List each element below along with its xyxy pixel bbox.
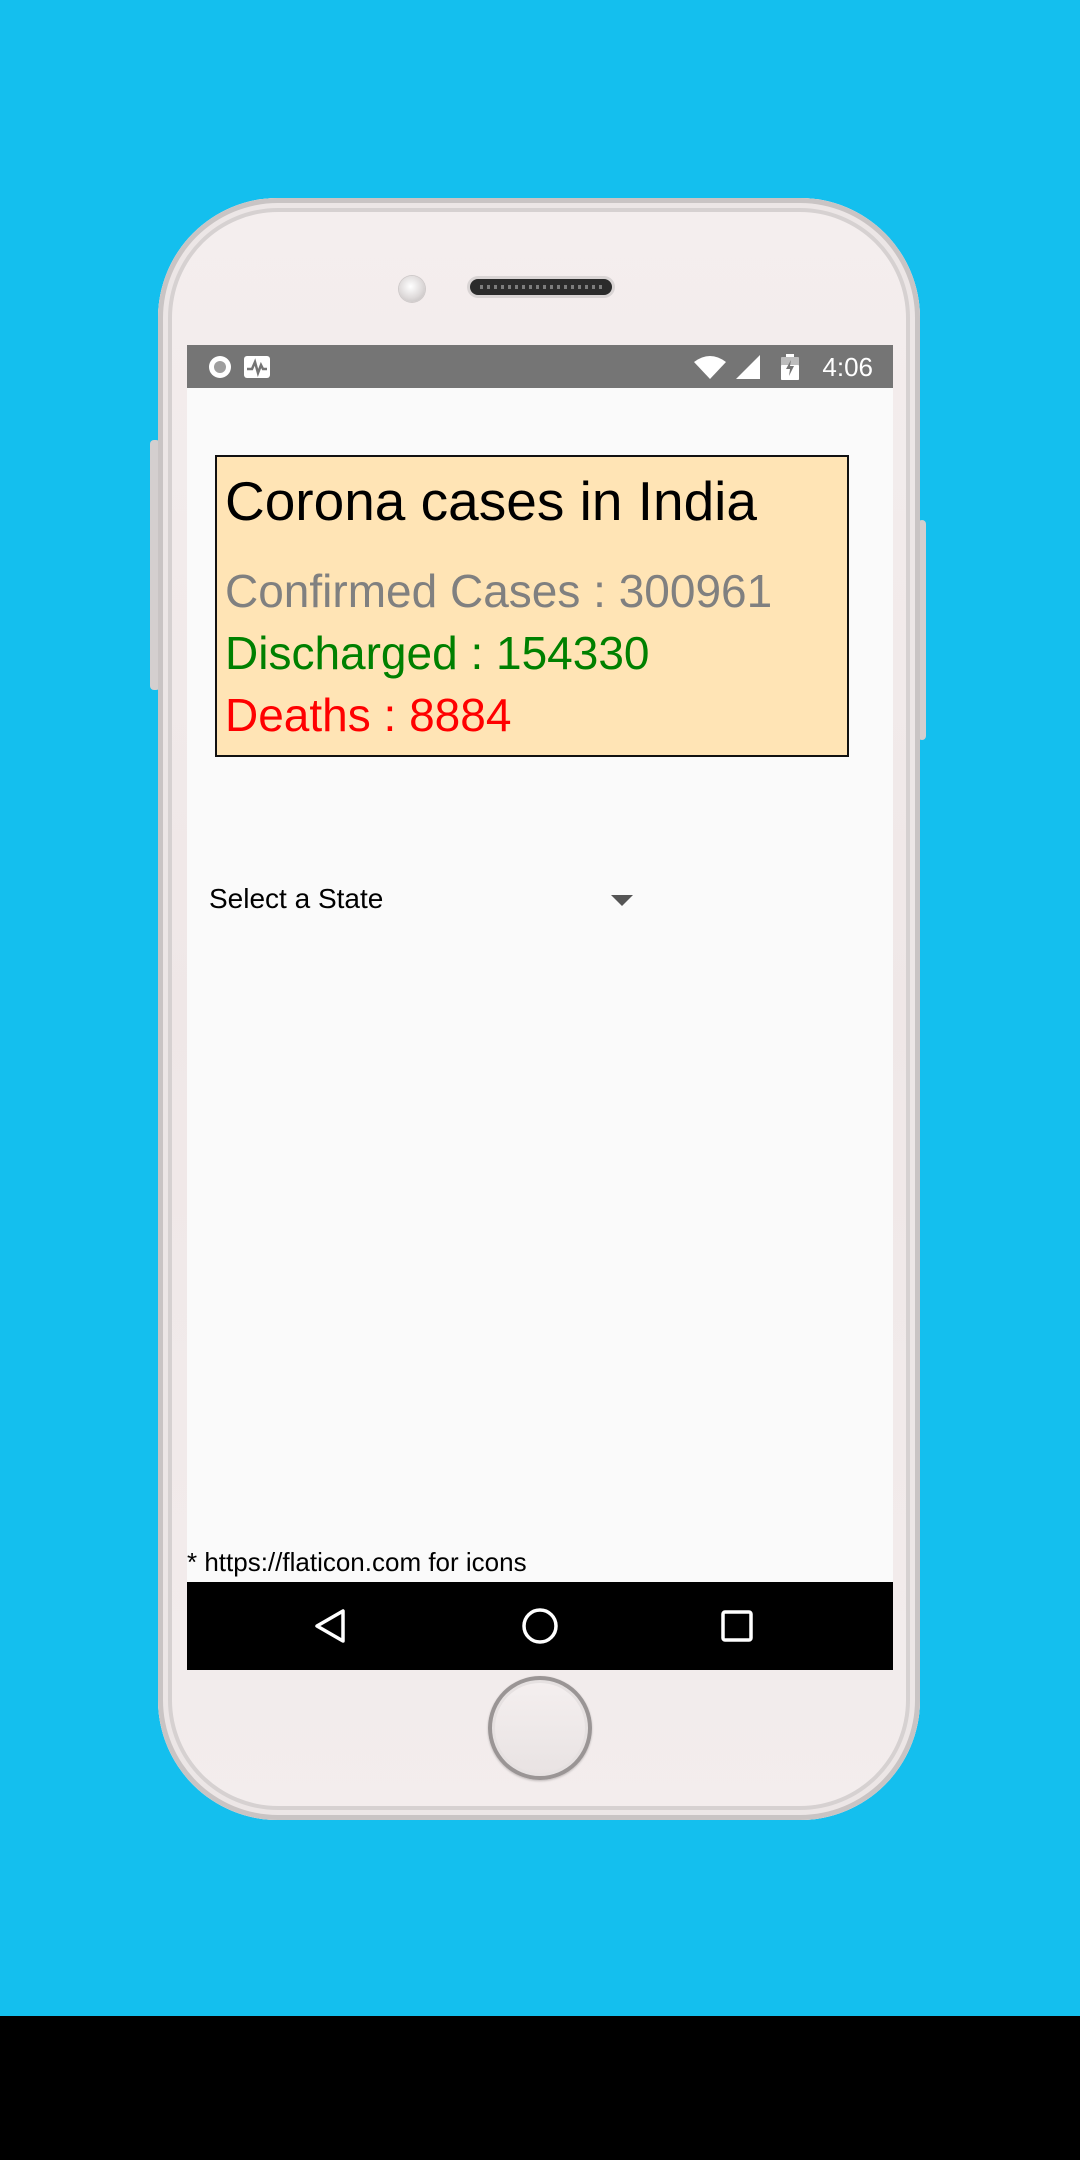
bottom-black-bar	[0, 2016, 1080, 2160]
wifi-icon	[694, 356, 726, 379]
system-navigation-bar	[187, 1582, 893, 1670]
state-select-dropdown[interactable]: Select a State	[209, 875, 649, 923]
back-icon[interactable]	[311, 1606, 351, 1646]
signal-icon	[736, 355, 760, 379]
card-title: Corona cases in India	[225, 470, 757, 532]
confirmed-cases-text: Confirmed Cases : 300961	[225, 565, 773, 617]
home-icon[interactable]	[520, 1606, 560, 1646]
activity-icon	[244, 356, 270, 378]
earpiece-speaker-icon	[470, 279, 612, 295]
app-screen: 4:06 Corona cases in India Confirmed Cas…	[187, 345, 893, 1670]
phone-home-button	[488, 1676, 592, 1780]
recents-icon[interactable]	[717, 1606, 757, 1646]
attribution-note: * https://flaticon.com for icons	[187, 1547, 527, 1577]
discharged-text: Discharged : 154330	[225, 627, 650, 679]
state-select-value: Select a State	[209, 883, 384, 914]
status-bar: 4:06	[187, 345, 893, 388]
cases-summary-card: Corona cases in India Confirmed Cases : …	[215, 455, 849, 757]
record-icon	[209, 356, 231, 378]
battery-icon	[781, 354, 799, 380]
dropdown-arrow-icon	[611, 895, 633, 906]
deaths-text: Deaths : 8884	[225, 689, 512, 741]
front-camera-icon	[399, 276, 425, 302]
status-time: 4:06	[822, 352, 873, 382]
